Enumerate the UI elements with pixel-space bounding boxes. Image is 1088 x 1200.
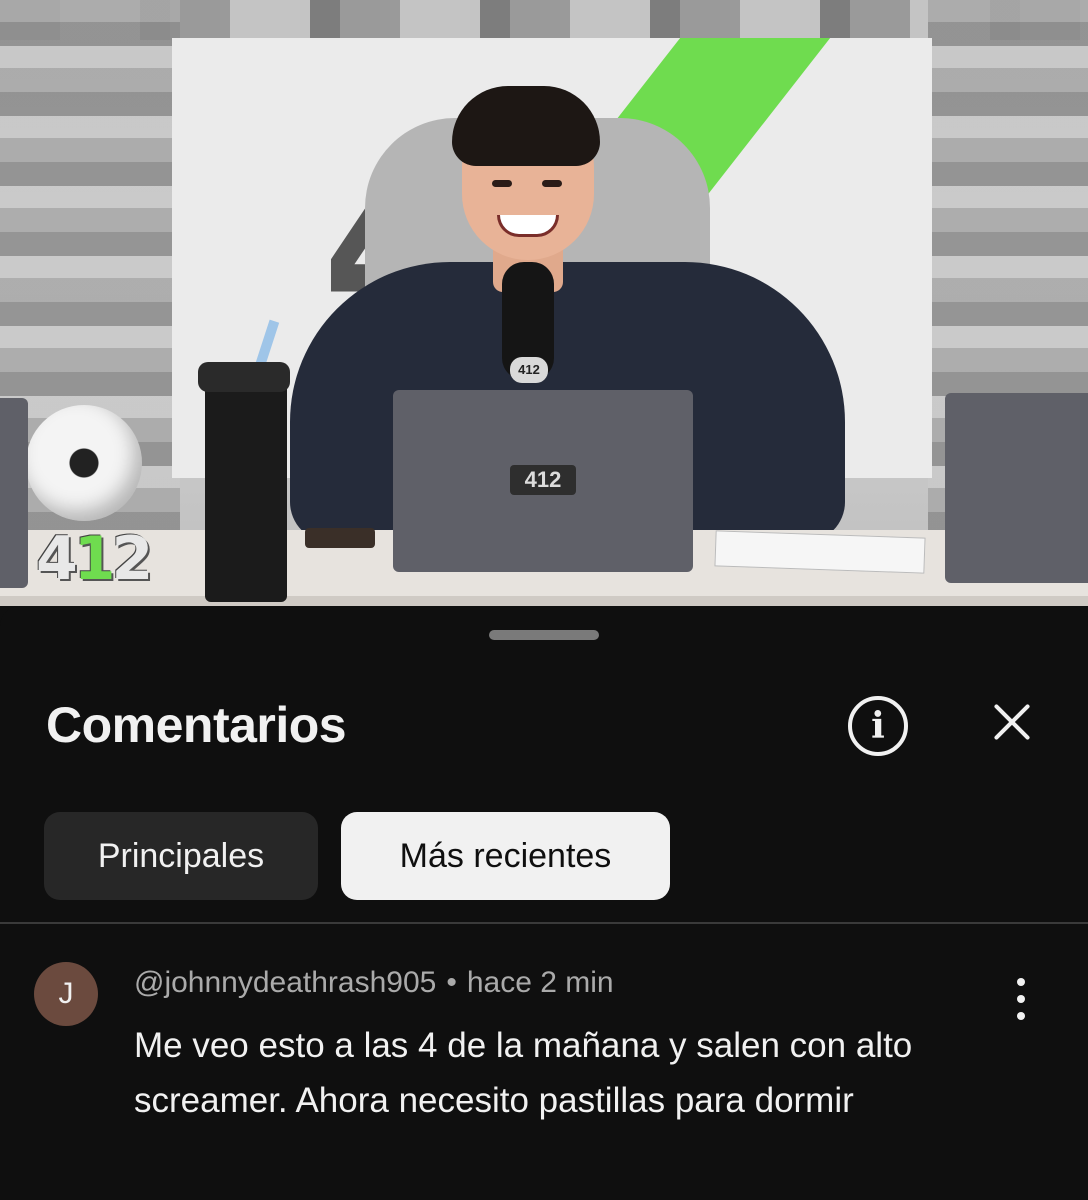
- more-dot: [1017, 995, 1025, 1003]
- close-icon[interactable]: [986, 696, 1038, 748]
- channel-watermark-logo: 412: [36, 524, 154, 594]
- video-player[interactable]: 412 412 412 412: [0, 0, 1088, 606]
- info-icon[interactable]: i: [848, 696, 908, 756]
- comment-author[interactable]: @johnnydeathrash905: [134, 966, 436, 999]
- tumbler-lid: [198, 362, 290, 392]
- presenter-eye-left: [492, 180, 512, 187]
- watermark-digit-1: 1: [73, 524, 116, 594]
- info-glyph: i: [871, 705, 885, 747]
- desk-edge: [0, 596, 1088, 606]
- watermark-digit-4: 4: [36, 524, 78, 594]
- more-vert-icon[interactable]: [1006, 974, 1036, 1024]
- sheet-drag-handle[interactable]: [489, 630, 599, 640]
- comment-meta: @johnnydeathrash905 • hace 2 min: [134, 966, 614, 1000]
- more-dot: [1017, 1012, 1025, 1020]
- avatar[interactable]: J: [34, 962, 98, 1026]
- comment-text: Me veo esto a las 4 de la mañana y salen…: [134, 1026, 913, 1120]
- presenter-hair: [452, 86, 600, 166]
- meta-separator: •: [446, 966, 457, 999]
- comments-sheet: Comentarios i Principales Más recientes …: [0, 606, 1088, 1200]
- comments-title: Comentarios: [46, 697, 347, 753]
- soccer-ball: [26, 405, 142, 521]
- presenter-eye-right: [542, 180, 562, 187]
- filter-chip-mas-recientes[interactable]: Más recientes: [341, 812, 670, 900]
- section-divider: [0, 922, 1088, 924]
- papers-on-desk: [714, 530, 926, 574]
- tumbler-bottle: [205, 362, 287, 602]
- microphone-badge: 412: [510, 357, 548, 383]
- laptop-right: [945, 393, 1088, 583]
- laptop-left: [0, 398, 28, 588]
- more-dot: [1017, 978, 1025, 986]
- comment-timestamp: hace 2 min: [466, 966, 614, 999]
- filter-chip-principales[interactable]: Principales: [44, 812, 318, 900]
- laptop-logo: 412: [510, 465, 576, 495]
- phone-on-desk: [305, 528, 375, 548]
- watermark-digit-2: 2: [111, 524, 154, 594]
